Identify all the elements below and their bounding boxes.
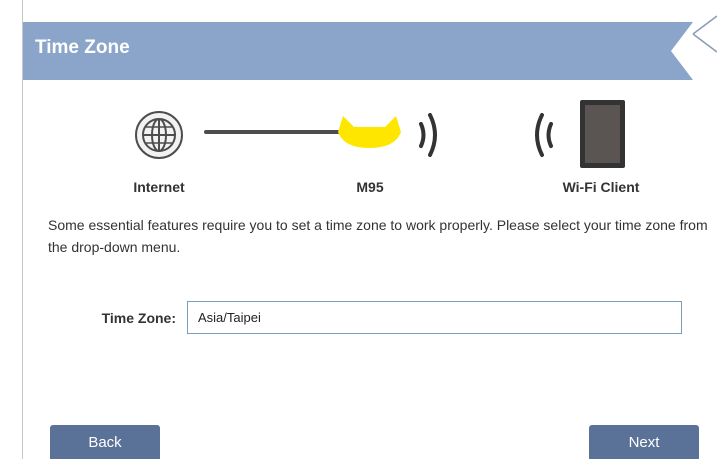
client-label: Wi-Fi Client bbox=[562, 179, 640, 195]
dialog-title: Time Zone bbox=[35, 37, 130, 58]
description-text: Some essential features require you to s… bbox=[48, 217, 708, 255]
time-zone-label: Time Zone: bbox=[101, 310, 176, 326]
time-zone-select[interactable]: Asia/Taipei bbox=[187, 301, 682, 334]
next-button[interactable]: Next bbox=[589, 425, 699, 459]
diagram-graphic bbox=[135, 100, 625, 168]
extender-icon bbox=[338, 116, 401, 148]
connection-diagram: Internet M95 Wi-Fi Client bbox=[23, 90, 717, 205]
close-icon[interactable] bbox=[691, 14, 717, 54]
client-wifi-signal-icon bbox=[535, 113, 553, 157]
back-button[interactable]: Back bbox=[50, 425, 160, 459]
wifi-signal-icon bbox=[419, 113, 437, 157]
internet-label: Internet bbox=[133, 179, 185, 195]
tablet-icon bbox=[580, 100, 625, 168]
device-label: M95 bbox=[356, 179, 384, 195]
dialog-header: Time Zone bbox=[23, 22, 717, 80]
time-zone-dialog: Time Zone Internet M95 Wi-Fi Client Some… bbox=[22, 0, 717, 459]
globe-icon bbox=[135, 111, 183, 159]
